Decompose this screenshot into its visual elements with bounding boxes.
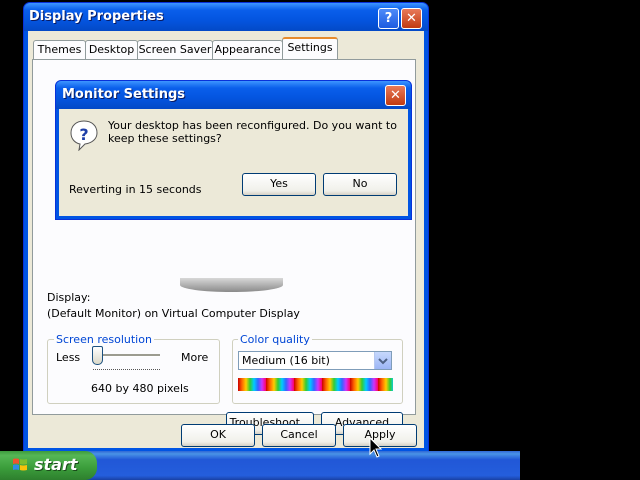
windows-logo-icon — [12, 457, 28, 473]
cancel-button[interactable]: Cancel — [262, 424, 336, 447]
title-bar[interactable]: Display Properties ? ✕ — [24, 3, 428, 31]
chevron-down-icon[interactable] — [374, 352, 391, 369]
dialog-client-area: ? Your desktop has been reconfigured. Do… — [59, 109, 408, 216]
monitor-settings-dialog: Monitor Settings ✕ ? Your desktop has be… — [55, 80, 412, 220]
countdown-text: Reverting in 15 seconds — [69, 183, 202, 196]
dialog-title: Monitor Settings — [62, 87, 186, 102]
dialog-close-button[interactable]: ✕ — [385, 85, 406, 106]
resolution-less-label: Less — [56, 351, 81, 364]
tab-screen-saver[interactable]: Screen Saver — [137, 40, 213, 59]
tab-appearance[interactable]: Appearance — [212, 40, 283, 59]
dialog-title-bar[interactable]: Monitor Settings ✕ — [56, 81, 411, 109]
help-button[interactable]: ? — [378, 8, 399, 29]
question-icon: ? — [69, 119, 99, 152]
color-quality-select[interactable]: Medium (16 bit) — [238, 351, 392, 370]
svg-text:?: ? — [79, 125, 88, 144]
start-label: start — [34, 455, 78, 474]
close-button[interactable]: ✕ — [401, 8, 422, 29]
ok-button[interactable]: OK — [181, 424, 255, 447]
tab-desktop[interactable]: Desktop — [85, 40, 138, 59]
screen-resolution-label: Screen resolution — [54, 333, 154, 346]
resolution-more-label: More — [181, 351, 209, 364]
monitor-preview-icon — [180, 278, 283, 292]
color-quality-group — [232, 339, 403, 404]
window-title: Display Properties — [29, 9, 164, 24]
color-quality-value: Medium (16 bit) — [242, 354, 330, 367]
resolution-value: 640 by 480 pixels — [91, 382, 189, 395]
resolution-slider-track — [93, 354, 160, 357]
dialog-message: Your desktop has been reconfigured. Do y… — [108, 119, 397, 145]
no-button[interactable]: No — [323, 173, 397, 196]
resolution-slider-ticks — [93, 369, 160, 372]
yes-button[interactable]: Yes — [242, 173, 316, 196]
tab-settings[interactable]: Settings — [282, 37, 338, 61]
start-button[interactable]: start — [0, 451, 97, 480]
display-label: Display: — [47, 291, 91, 304]
mouse-cursor-icon — [369, 436, 383, 459]
display-properties-window: Display Properties ? ✕ Themes Desktop Sc… — [23, 2, 429, 453]
tab-themes[interactable]: Themes — [33, 40, 86, 59]
color-quality-label: Color quality — [238, 333, 312, 346]
display-value: (Default Monitor) on Virtual Computer Di… — [47, 307, 300, 320]
resolution-slider-thumb[interactable] — [92, 346, 103, 365]
color-bar — [238, 378, 393, 391]
